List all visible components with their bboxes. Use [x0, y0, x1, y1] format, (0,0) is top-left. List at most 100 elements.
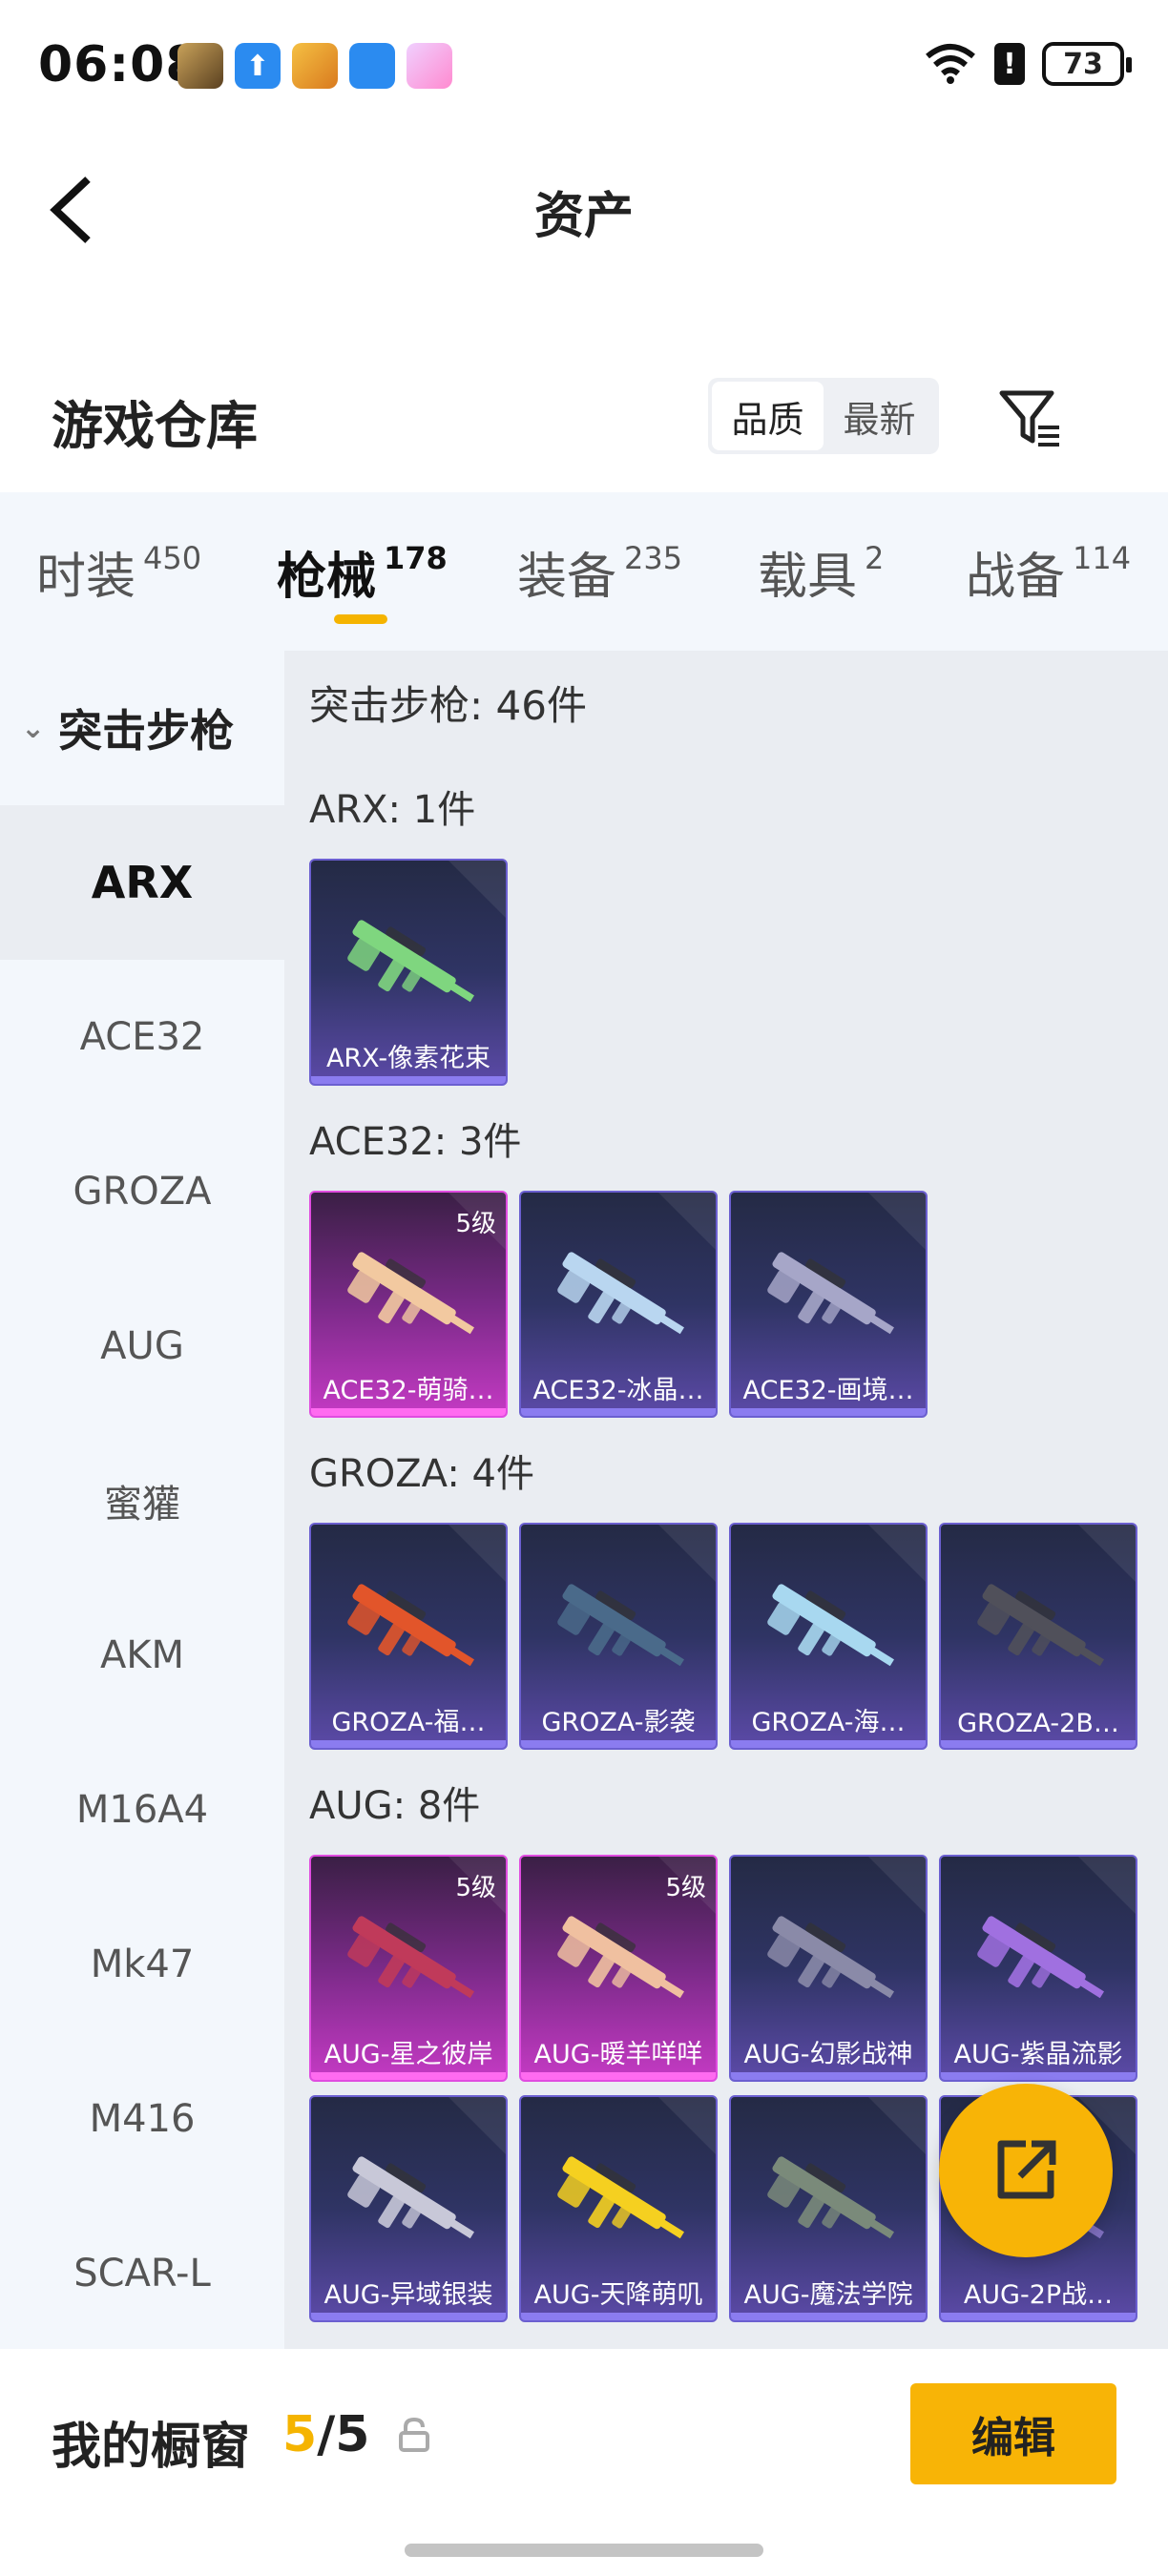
weapon-card[interactable]: ACE32-画境…: [729, 1191, 928, 1418]
app-icon-game-2: [292, 43, 338, 89]
rarity-strip: [311, 1076, 506, 1084]
app-icon-game: [177, 43, 223, 89]
showcase-current: 5: [282, 2406, 318, 2463]
rarity-strip: [731, 2313, 926, 2320]
app-icon-book: [407, 43, 452, 89]
weapon-card-label: GROZA-影袭: [541, 1708, 696, 1737]
rifle-icon: [767, 1916, 894, 1999]
weapon-card[interactable]: 5级 ACE32-萌骑…: [309, 1191, 508, 1418]
rifle-icon: [557, 1252, 684, 1335]
weapon-card-label: AUG-幻影战神: [743, 2040, 913, 2069]
rifle-icon: [347, 920, 474, 1003]
sidebar-item-mk47[interactable]: Mk47: [0, 1887, 284, 2042]
weapon-card[interactable]: 5级 AUG-星之彼岸: [309, 1855, 508, 2082]
sort-option-latest[interactable]: 最新: [824, 382, 935, 450]
weapon-card[interactable]: 5级 AUG-暖羊咩咩: [519, 1855, 718, 2082]
weapon-card-label: GROZA-海…: [751, 1708, 906, 1737]
weapon-card-label: AUG-2P战…: [963, 2280, 1114, 2310]
filter-icon[interactable]: [996, 385, 1065, 452]
sidebar-item-aug[interactable]: AUG: [0, 1269, 284, 1423]
weapon-card[interactable]: ACE32-冰晶…: [519, 1191, 718, 1418]
battery-icon: 73: [1042, 42, 1132, 86]
tab-fashion[interactable]: 时装 450: [36, 536, 201, 608]
showcase-separator: /: [317, 2406, 336, 2463]
showcase-label: 我的橱窗: [52, 2419, 251, 2476]
weapon-sidebar: ⌄ 突击步枪 ARX ACE32 GROZA AUG 蜜獾 AKM M16A4 …: [0, 651, 284, 2349]
tab-vehicles[interactable]: 载具 2: [758, 536, 884, 608]
rarity-strip: [311, 1408, 506, 1416]
page-title: 资产: [533, 188, 634, 245]
rifle-icon: [557, 2156, 684, 2239]
sort-option-quality[interactable]: 品质: [712, 382, 824, 450]
rarity-strip: [521, 1408, 716, 1416]
sidebar-item-akm[interactable]: AKM: [0, 1578, 284, 1733]
weapon-card[interactable]: AUG-幻影战神: [729, 1855, 928, 2082]
weapon-card-label: AUG-紫晶流影: [953, 2040, 1123, 2069]
tab-label: 载具: [758, 549, 858, 606]
rarity-strip: [941, 2072, 1136, 2080]
rifle-icon: [767, 1584, 894, 1667]
rarity-strip: [941, 1740, 1136, 1748]
home-indicator[interactable]: [405, 2544, 763, 2557]
tab-label: 战备: [966, 549, 1066, 606]
sidebar-item-m416[interactable]: M416: [0, 2042, 284, 2196]
sidebar-item-arx[interactable]: ARX: [0, 805, 284, 960]
section-title-ace32: ACE32: 3件: [309, 1120, 522, 1164]
wifi-icon: [926, 44, 975, 84]
category-title: 突击步枪: 46件: [309, 682, 587, 729]
sidebar-group-assault-rifles[interactable]: ⌄ 突击步枪: [0, 651, 284, 805]
sidebar-item-scar-l[interactable]: SCAR-L: [0, 2196, 284, 2351]
weapon-card[interactable]: GROZA-海…: [729, 1523, 928, 1750]
weapon-card-label: ACE32-冰晶…: [532, 1376, 704, 1405]
sidebar-item-m16a4[interactable]: M16A4: [0, 1733, 284, 1887]
weapon-card-label: GROZA-福…: [331, 1708, 486, 1737]
share-button[interactable]: [939, 2084, 1113, 2257]
tab-supplies[interactable]: 战备 114: [966, 536, 1131, 608]
rifle-icon: [557, 1916, 684, 1999]
showcase-count: 5/5: [282, 2406, 369, 2463]
section-title-aug: AUG: 8件: [309, 1784, 481, 1828]
tab-count: 114: [1073, 540, 1132, 576]
rifle-icon: [767, 2156, 894, 2239]
sidebar-item-ace32[interactable]: ACE32: [0, 960, 284, 1114]
weapon-card[interactable]: GROZA-2B…: [939, 1523, 1137, 1750]
weapon-card[interactable]: ARX-像素花束: [309, 859, 508, 1086]
tab-firearms[interactable]: 枪械 178: [277, 536, 448, 608]
weapon-card[interactable]: AUG-魔法学院: [729, 2095, 928, 2322]
rarity-strip: [311, 1740, 506, 1748]
weapon-card[interactable]: GROZA-福…: [309, 1523, 508, 1750]
weapon-card-label: ACE32-萌骑…: [323, 1376, 494, 1405]
tab-label: 装备: [517, 549, 617, 606]
rifle-icon: [977, 1916, 1104, 1999]
warehouse-title: 游戏仓库: [52, 396, 258, 456]
chevron-down-icon: ⌄: [21, 711, 46, 745]
tab-equipment[interactable]: 装备 235: [517, 536, 682, 608]
warehouse-row: 游戏仓库 品质 最新: [0, 363, 1168, 477]
weapon-card-label: AUG-魔法学院: [743, 2280, 913, 2310]
tier-badge: 5级: [665, 1874, 706, 1902]
status-bar: 06:08 ⬆ ! 73: [0, 0, 1168, 134]
weapon-card[interactable]: AUG-异域银装: [309, 2095, 508, 2322]
weapon-card-label: AUG-异域银装: [323, 2280, 493, 2310]
tab-label: 枪械: [277, 549, 377, 606]
showcase-total: 5: [335, 2406, 370, 2463]
rifle-icon: [557, 1584, 684, 1667]
app-icon-wifi-app: [349, 43, 395, 89]
sidebar-item-honey-badger[interactable]: 蜜獾: [0, 1423, 284, 1578]
category-tabs: 时装 450 枪械 178 装备 235 载具 2 战备 114: [0, 492, 1168, 651]
weapon-card[interactable]: AUG-天降萌叽: [519, 2095, 718, 2322]
rarity-strip: [521, 2072, 716, 2080]
rifle-icon: [347, 2156, 474, 2239]
status-time: 06:08: [38, 36, 201, 93]
tab-count: 2: [865, 540, 885, 576]
weapon-card-label: ARX-像素花束: [325, 1044, 491, 1073]
tab-label: 时装: [36, 549, 136, 606]
header: 资产: [0, 134, 1168, 277]
sidebar-item-groza[interactable]: GROZA: [0, 1114, 284, 1269]
weapon-card[interactable]: AUG-紫晶流影: [939, 1855, 1137, 2082]
rifle-icon: [767, 1252, 894, 1335]
rifle-icon: [347, 1252, 474, 1335]
tab-count: 178: [384, 540, 448, 576]
edit-button[interactable]: 编辑: [910, 2383, 1116, 2484]
weapon-card[interactable]: GROZA-影袭: [519, 1523, 718, 1750]
